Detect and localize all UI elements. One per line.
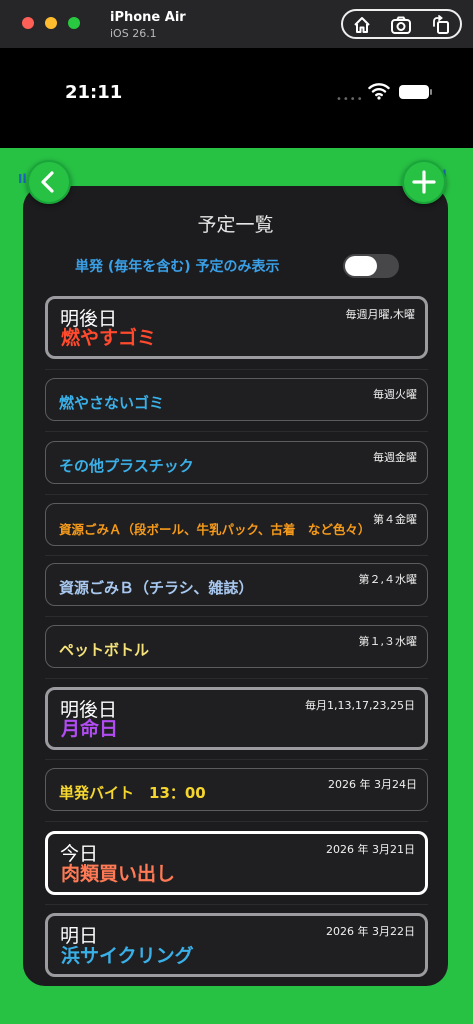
close-window-button[interactable] (22, 17, 34, 29)
item-title: 資源ごみＢ（チラシ、雑誌） (59, 579, 254, 597)
schedule-item[interactable]: 2026 年 3月24日 単発バイト 13：00 (45, 768, 428, 811)
item-title: 燃やさないゴミ (59, 394, 165, 412)
rotate-button[interactable] (430, 14, 452, 36)
item-schedule-rule: 2026 年 3月22日 (326, 925, 415, 938)
list-divider (45, 904, 428, 905)
device-name: iPhone Air (110, 10, 186, 25)
list-divider (45, 821, 428, 822)
item-schedule-rule: 毎週月曜,木曜 (345, 308, 416, 321)
list-divider (45, 759, 428, 760)
list-divider (45, 368, 428, 370)
item-title: 単発バイト 13：00 (59, 784, 206, 802)
schedule-item[interactable]: 今日 2026 年 3月21日 肉類買い出し (45, 831, 428, 895)
list-divider (45, 677, 428, 679)
schedule-item[interactable]: 第４金曜 資源ごみＡ（段ボール、牛乳パック、古着 など色々） (45, 503, 428, 546)
ios-status-bar: 21:11 •••• (0, 48, 473, 148)
chevron-left-icon (41, 171, 54, 193)
minimize-window-button[interactable] (45, 17, 57, 29)
simulator-toolbar (341, 9, 462, 39)
device-os-version: iOS 26.1 (110, 27, 157, 40)
item-title: 浜サイクリング (61, 945, 194, 967)
schedule-item[interactable]: 第２,４水曜 資源ごみＢ（チラシ、雑誌） (45, 563, 428, 606)
schedule-list-panel: 予定一覧 単発 (毎年を含む) 予定のみ表示 明後日 毎週月曜,木曜 燃やすゴミ 毎週… (23, 186, 448, 986)
item-schedule-rule: 2026 年 3月21日 (326, 843, 415, 856)
add-button[interactable] (402, 160, 446, 204)
list-divider (45, 493, 428, 495)
item-schedule-rule: 第２,４水曜 (358, 573, 418, 586)
item-title: ペットボトル (59, 641, 150, 659)
item-schedule-rule: 第４金曜 (373, 513, 417, 526)
home-button[interactable] (351, 14, 373, 36)
cellular-dots-icon: •••• (336, 94, 364, 105)
plus-icon (412, 170, 436, 194)
one-time-only-toggle[interactable] (343, 254, 399, 278)
battery-icon (399, 85, 432, 99)
item-schedule-rule: 第１,３水曜 (358, 635, 418, 648)
screenshot-button[interactable] (390, 14, 412, 36)
schedule-item[interactable]: 明日 2026 年 3月22日 浜サイクリング (45, 913, 428, 977)
zoom-window-button[interactable] (68, 17, 80, 29)
schedule-item[interactable]: 毎週金曜 その他プラスチック (45, 441, 428, 484)
simulator-titlebar: iPhone Air iOS 26.1 (0, 0, 473, 49)
back-button[interactable] (27, 160, 71, 204)
rotate-icon (433, 15, 449, 34)
toggle-knob (345, 256, 377, 276)
item-title: 肉類買い出し (61, 863, 176, 885)
schedule-item[interactable]: 毎週火曜 燃やさないゴミ (45, 378, 428, 421)
one-time-only-toggle-label: 単発 (毎年を含む) 予定のみ表示 (75, 259, 280, 275)
home-icon (354, 17, 370, 33)
item-schedule-rule: 毎月1,13,17,23,25日 (305, 699, 415, 712)
schedule-item[interactable]: 明後日 毎週月曜,木曜 燃やすゴミ (45, 296, 428, 359)
item-title: 燃やすゴミ (61, 327, 157, 349)
list-divider (45, 615, 428, 617)
list-divider (45, 554, 428, 556)
item-title: その他プラスチック (59, 457, 194, 475)
schedule-item[interactable]: 第１,３水曜 ペットボトル (45, 625, 428, 668)
page-title: 予定一覧 (197, 214, 274, 236)
screenshot-icon (391, 16, 411, 34)
item-title: 資源ごみＡ（段ボール、牛乳パック、古着 など色々） (59, 522, 371, 537)
item-schedule-rule: 2026 年 3月24日 (328, 778, 417, 791)
schedule-item[interactable]: 明後日 毎月1,13,17,23,25日 月命日 (45, 687, 428, 750)
item-schedule-rule: 毎週金曜 (373, 451, 417, 464)
item-schedule-rule: 毎週火曜 (373, 388, 417, 401)
list-divider (45, 431, 428, 432)
wifi-icon (368, 83, 390, 100)
item-title: 月命日 (61, 718, 119, 740)
status-time: 21:11 (65, 82, 123, 103)
